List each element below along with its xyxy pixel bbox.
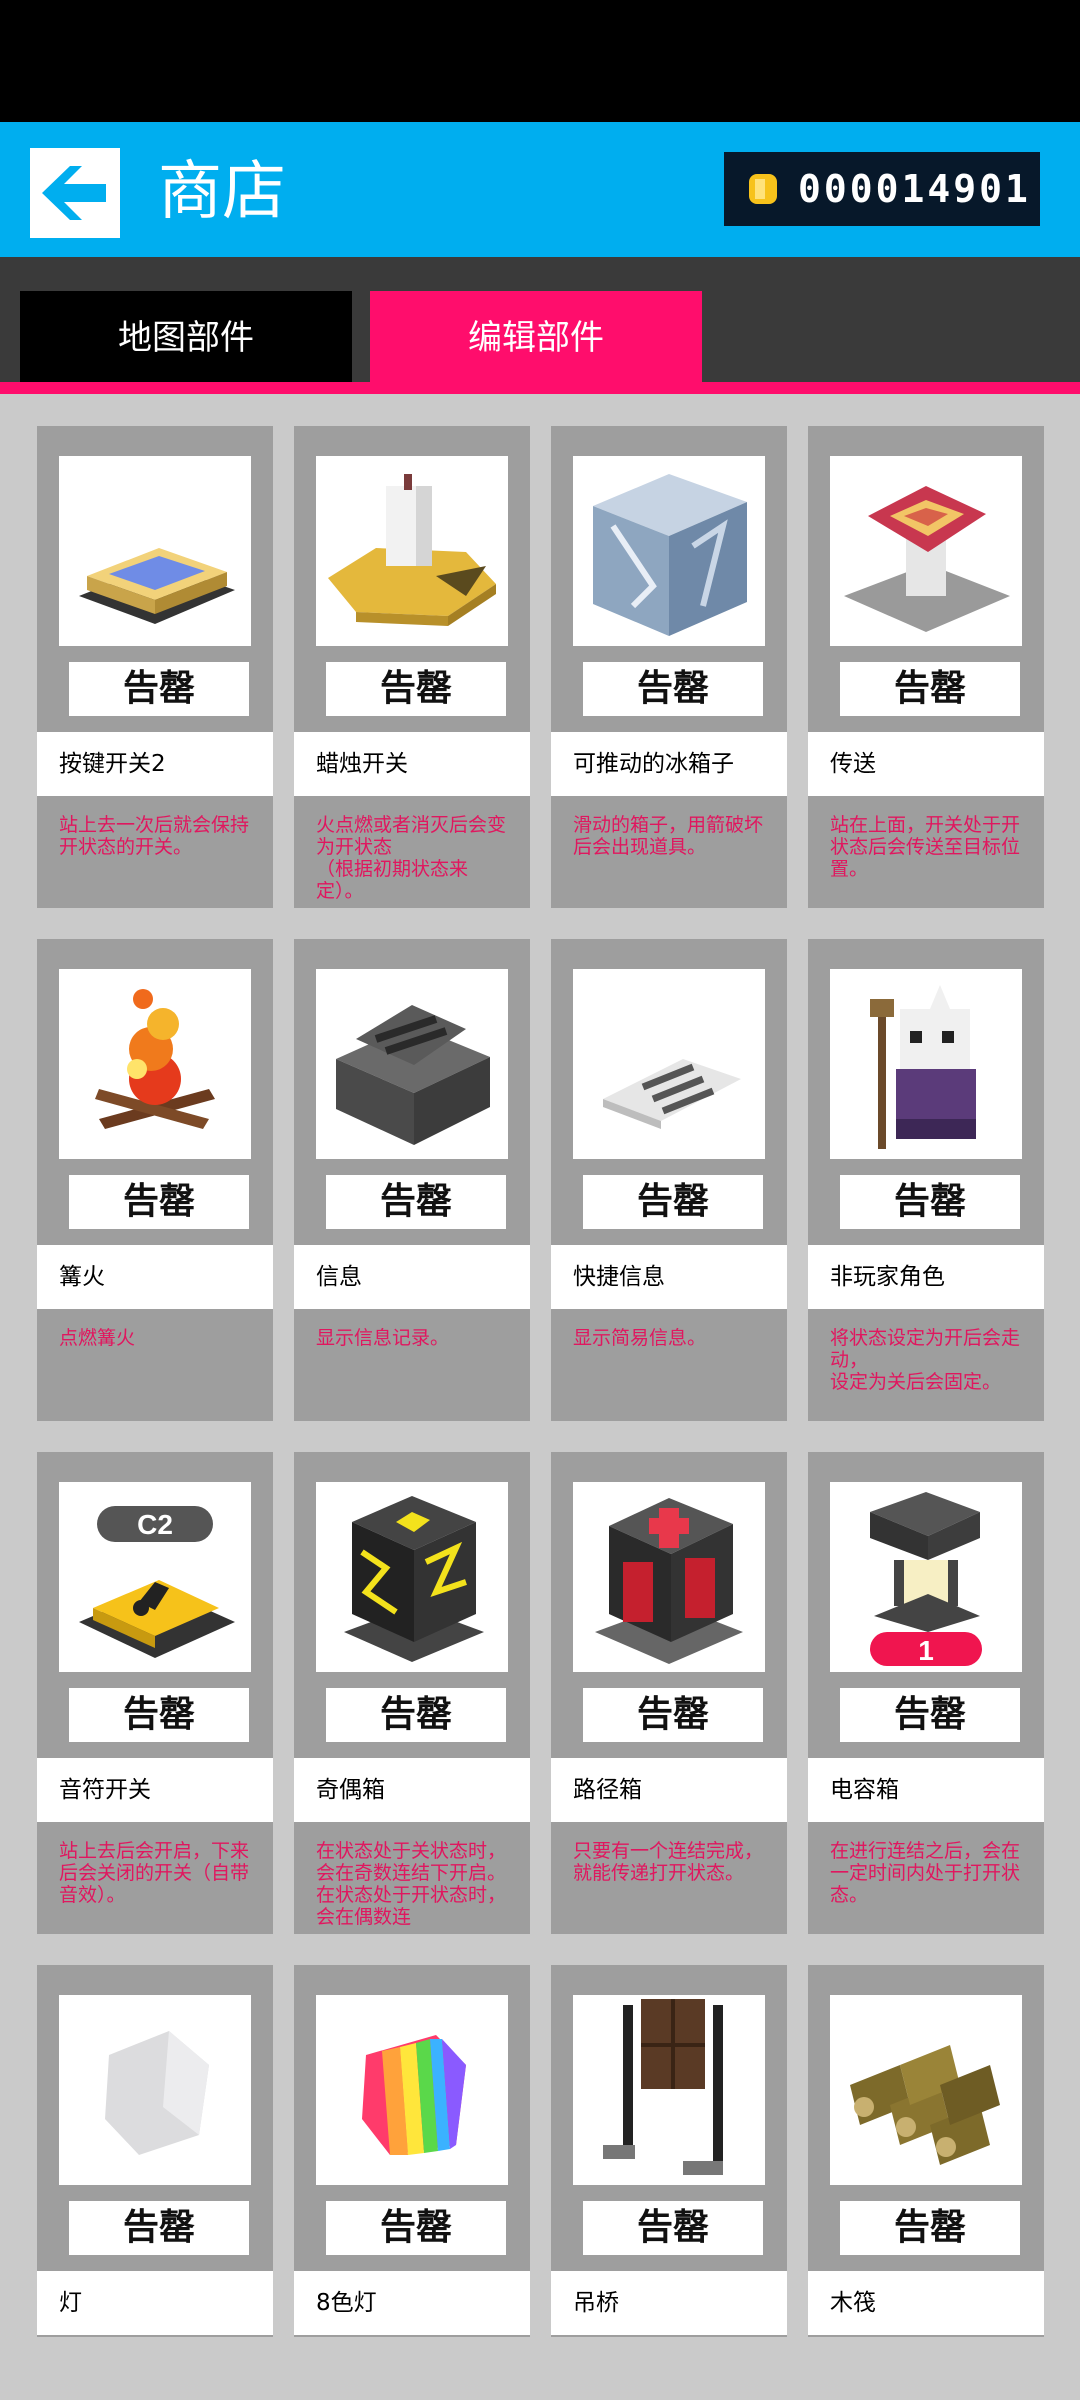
header-bar: 商店 000014901 <box>0 122 1080 257</box>
item-card[interactable]: 告罄 奇偶箱 在状态处于关状态时，会在奇数连结下开启。在状态处于开状态时，会在偶… <box>294 1452 530 1934</box>
item-name: 电容箱 <box>808 1758 1044 1822</box>
price-button[interactable]: 告罄 <box>326 1688 506 1742</box>
back-arrow-icon <box>42 166 106 220</box>
item-name: 路径箱 <box>551 1758 787 1822</box>
item-desc: 显示信息记录。 <box>316 1327 450 1349</box>
item-card[interactable]: C2 告罄 音符开关 站上去后会开启，下来后会关闭的开关（自带音效）。 <box>37 1452 273 1934</box>
page-title: 商店 <box>158 155 286 229</box>
pressure-plate-icon <box>79 548 235 624</box>
item-name: 非玩家角色 <box>808 1245 1044 1309</box>
item-card[interactable]: 1 告罄 电容箱 在进行连结之后，会在一定时间内处于打开状态。 <box>808 1452 1044 1934</box>
ice-box-icon <box>593 474 747 636</box>
capacitor-box-icon: 1 <box>870 1492 982 1666</box>
price-button[interactable]: 告罄 <box>840 662 1020 716</box>
candle-switch-icon <box>328 474 496 626</box>
item-grid: 告罄 按键开关2 站上去一次后就会保持开状态的开关。 告罄 蜡烛开关 火点燃或者… <box>0 394 1080 2400</box>
item-name: 音符开关 <box>37 1758 273 1822</box>
drawbridge-icon <box>603 1999 723 2175</box>
item-name: 快捷信息 <box>551 1245 787 1309</box>
item-desc: 在状态处于关状态时，会在奇数连结下开启。在状态处于开状态时，会在偶数连 <box>316 1840 507 1928</box>
item-desc: 站上去后会开启，下来后会关闭的开关（自带音效）。 <box>59 1840 250 1906</box>
item-desc: 只要有一个连结完成，就能传递打开状态。 <box>573 1840 764 1884</box>
item-card[interactable]: 告罄 篝火 点燃篝火 <box>37 939 273 1421</box>
item-card[interactable]: 告罄 可推动的冰箱子 滑动的箱子，用箭破坏后会出现道具。 <box>551 426 787 908</box>
item-desc: 站在上面，开关处于开状态后会传送至目标位置。 <box>830 814 1021 880</box>
note-switch-badge: C2 <box>137 1509 173 1540</box>
item-card[interactable]: 告罄 信息 显示信息记录。 <box>294 939 530 1421</box>
item-card[interactable]: 告罄 吊桥 <box>551 1965 787 2337</box>
coin-value: 000014901 <box>798 167 1031 211</box>
teleporter-icon <box>844 486 1010 632</box>
item-card[interactable]: 告罄 8色灯 <box>294 1965 530 2337</box>
item-card[interactable]: 告罄 路径箱 只要有一个连结完成，就能传递打开状态。 <box>551 1452 787 1934</box>
item-desc: 点燃篝火 <box>59 1327 136 1349</box>
item-card[interactable]: 告罄 非玩家角色 将状态设定为开后会走动， 设定为关后会固定。 <box>808 939 1044 1421</box>
item-desc: 将状态设定为开后会走动， 设定为关后会固定。 <box>830 1327 1021 1393</box>
price-button[interactable]: 告罄 <box>583 662 763 716</box>
price-button[interactable]: 告罄 <box>69 1175 249 1229</box>
item-name: 传送 <box>808 732 1044 796</box>
item-name: 灯 <box>37 2271 273 2335</box>
price-button[interactable]: 告罄 <box>69 662 249 716</box>
item-card[interactable]: 告罄 快捷信息 显示简易信息。 <box>551 939 787 1421</box>
price-button[interactable]: 告罄 <box>326 2201 506 2255</box>
item-name: 蜡烛开关 <box>294 732 530 796</box>
item-card[interactable]: 告罄 蜡烛开关 火点燃或者消灭后会变为开状态 （根据初期状态来定）。 <box>294 426 530 908</box>
item-name: 8色灯 <box>294 2271 530 2335</box>
price-button[interactable]: 告罄 <box>583 1688 763 1742</box>
tab-map-parts[interactable]: 地图部件 <box>20 291 352 385</box>
price-button[interactable]: 告罄 <box>69 1688 249 1742</box>
tab-edit-parts[interactable]: 编辑部件 <box>370 291 702 385</box>
item-desc: 在进行连结之后，会在一定时间内处于打开状态。 <box>830 1840 1021 1906</box>
item-name: 吊桥 <box>551 2271 787 2335</box>
item-desc: 滑动的箱子，用箭破坏后会出现道具。 <box>573 814 764 858</box>
item-name: 按键开关2 <box>37 732 273 796</box>
item-name: 可推动的冰箱子 <box>551 732 787 796</box>
npc-icon <box>870 985 976 1149</box>
path-box-icon <box>595 1498 743 1664</box>
item-card[interactable]: 告罄 木筏 <box>808 1965 1044 2337</box>
item-desc: 显示简易信息。 <box>573 1327 707 1349</box>
price-button[interactable]: 告罄 <box>326 662 506 716</box>
note-switch-icon: C2 <box>79 1506 235 1658</box>
message-block-icon <box>336 1005 490 1145</box>
raft-icon <box>850 2045 1000 2165</box>
coin-counter: 000014901 <box>724 152 1040 226</box>
coin-icon <box>749 174 777 204</box>
lamp-icon <box>105 2031 209 2155</box>
item-card[interactable]: 告罄 按键开关2 站上去一次后就会保持开状态的开关。 <box>37 426 273 908</box>
quick-message-icon <box>603 1059 741 1129</box>
back-button[interactable] <box>30 148 120 238</box>
tab-underline <box>0 382 1080 394</box>
item-name: 木筏 <box>808 2271 1044 2335</box>
item-card[interactable]: 告罄 传送 站在上面，开关处于开状态后会传送至目标位置。 <box>808 426 1044 908</box>
tab-bar: 地图部件 编辑部件 <box>0 257 1080 392</box>
capacitor-badge: 1 <box>918 1635 934 1666</box>
price-button[interactable]: 告罄 <box>840 2201 1020 2255</box>
item-desc: 站上去一次后就会保持开状态的开关。 <box>59 814 250 858</box>
rainbow-lamp-icon <box>362 2035 466 2155</box>
price-button[interactable]: 告罄 <box>583 2201 763 2255</box>
item-card[interactable]: 告罄 灯 <box>37 1965 273 2337</box>
odd-even-box-icon <box>344 1496 484 1662</box>
price-button[interactable]: 告罄 <box>326 1175 506 1229</box>
status-bar <box>0 0 1080 122</box>
item-name: 奇偶箱 <box>294 1758 530 1822</box>
price-button[interactable]: 告罄 <box>583 1175 763 1229</box>
price-button[interactable]: 告罄 <box>69 2201 249 2255</box>
price-button[interactable]: 告罄 <box>840 1175 1020 1229</box>
bonfire-icon <box>95 989 215 1129</box>
item-desc: 火点燃或者消灭后会变为开状态 （根据初期状态来定）。 <box>316 814 507 902</box>
price-button[interactable]: 告罄 <box>840 1688 1020 1742</box>
item-name: 信息 <box>294 1245 530 1309</box>
item-name: 篝火 <box>37 1245 273 1309</box>
